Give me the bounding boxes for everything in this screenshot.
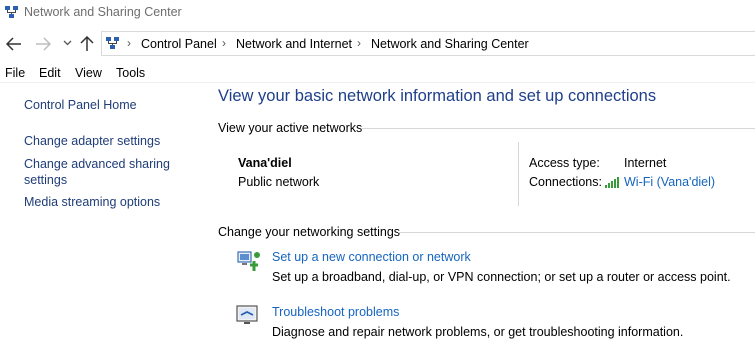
wifi-signal-icon — [605, 177, 619, 188]
page-title: View your basic network information and … — [218, 87, 657, 105]
arrow-up-icon[interactable] — [80, 36, 94, 52]
sidebar: Control Panel Home Change adapter settin… — [0, 83, 205, 353]
window-title: Network and Sharing Center — [24, 5, 182, 19]
access-type-value: Internet — [624, 156, 667, 170]
sidebar-item-media-streaming-options[interactable]: Media streaming options — [24, 194, 160, 210]
sidebar-item-control-panel-home[interactable]: Control Panel Home — [24, 97, 137, 113]
access-type-label: Access type: — [529, 156, 600, 170]
active-networks-heading: View your active networks — [218, 121, 363, 135]
menu-edit[interactable]: Edit — [39, 66, 61, 80]
network-panel-divider — [518, 142, 519, 206]
menu-file[interactable]: File — [5, 66, 25, 80]
menu-view[interactable]: View — [75, 66, 102, 80]
breadcrumb-control-panel[interactable]: Control Panel — [141, 37, 217, 51]
breadcrumb-network-and-internet[interactable]: Network and Internet — [236, 37, 352, 51]
connections-label: Connections: — [529, 175, 602, 189]
section-divider — [398, 232, 755, 233]
breadcrumb-separator-icon[interactable]: › — [357, 36, 361, 50]
sidebar-item-change-advanced-sharing-line2[interactable]: settings — [24, 172, 67, 188]
arrow-right-icon[interactable] — [35, 37, 51, 51]
section-divider — [362, 128, 755, 129]
title-bar: Network and Sharing Center — [0, 0, 755, 28]
network-center-app-icon — [5, 6, 18, 18]
network-name: Vana'diel — [238, 156, 292, 170]
setup-connection-link[interactable]: Set up a new connection or network — [272, 250, 471, 264]
menu-tools[interactable]: Tools — [116, 66, 145, 80]
network-category[interactable]: Public network — [238, 175, 319, 189]
sidebar-item-change-adapter-settings[interactable]: Change adapter settings — [24, 133, 160, 149]
troubleshoot-problems-description: Diagnose and repair network problems, or… — [272, 325, 684, 339]
troubleshoot-problems-link[interactable]: Troubleshoot problems — [272, 305, 399, 319]
chevron-down-icon[interactable] — [63, 40, 72, 46]
new-connection-icon — [237, 251, 260, 271]
connection-link-wifi[interactable]: Wi-Fi (Vana'diel) — [624, 175, 715, 189]
sidebar-item-change-advanced-sharing[interactable]: Change advanced sharing — [24, 156, 170, 172]
arrow-left-icon[interactable] — [6, 37, 22, 51]
networking-settings-heading: Change your networking settings — [218, 225, 401, 239]
breadcrumb-separator-icon[interactable]: › — [222, 36, 226, 50]
breadcrumb-separator-icon: › — [127, 36, 131, 50]
troubleshoot-icon — [236, 305, 258, 324]
breadcrumb-network-and-sharing-center[interactable]: Network and Sharing Center — [371, 37, 529, 51]
control-panel-icon — [106, 37, 119, 49]
setup-connection-description: Set up a broadband, dial-up, or VPN conn… — [272, 270, 731, 284]
